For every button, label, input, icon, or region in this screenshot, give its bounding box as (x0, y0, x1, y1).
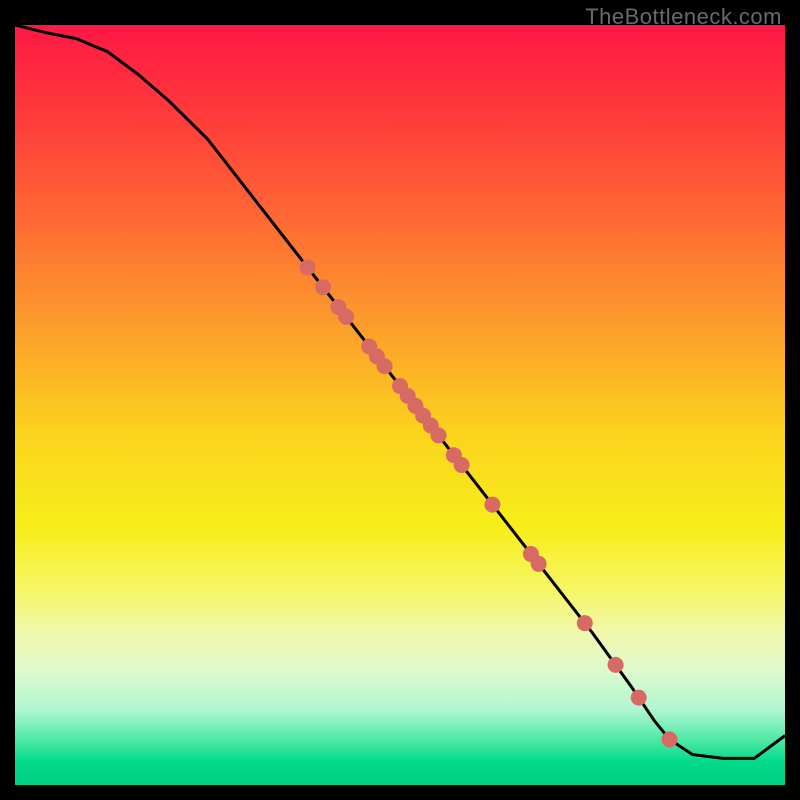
data-point (631, 690, 647, 706)
data-point (484, 497, 500, 513)
data-point (431, 427, 447, 443)
data-point (338, 309, 354, 325)
data-point (315, 279, 331, 295)
chart-svg (15, 25, 785, 785)
data-point (300, 259, 316, 275)
chart-plot-area (15, 25, 785, 785)
data-point (662, 731, 678, 747)
data-point (608, 657, 624, 673)
data-point (454, 457, 470, 473)
data-point (531, 556, 547, 572)
data-point (577, 615, 593, 631)
data-point (377, 358, 393, 374)
